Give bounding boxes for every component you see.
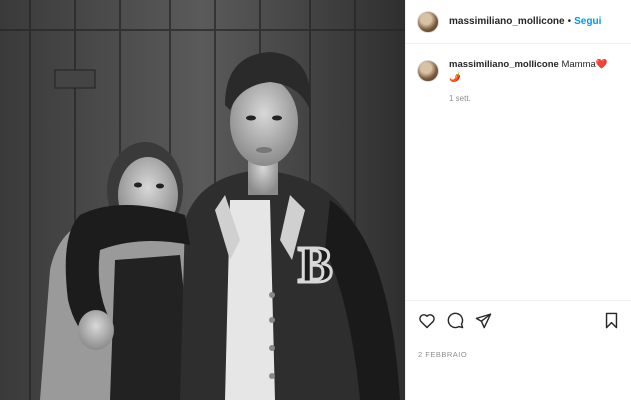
caption-comment: massimiliano_mollicone Mamma❤️ 🌶️ 1 sett…	[417, 58, 622, 103]
caption-body: massimiliano_mollicone Mamma❤️ 🌶️	[449, 58, 622, 84]
post-header: massimiliano_mollicone • Segui	[406, 0, 631, 44]
paper-plane-icon[interactable]	[472, 310, 494, 332]
caption-text: Mamma	[561, 59, 596, 70]
header-separator: •	[567, 16, 572, 27]
follow-button[interactable]: Segui	[574, 16, 601, 27]
photo-illustration: B	[0, 0, 405, 400]
action-bar	[406, 300, 631, 340]
caption-avatar[interactable]	[417, 60, 439, 82]
svg-text:B: B	[298, 237, 333, 294]
heart-emoji: ❤️	[595, 59, 608, 70]
heart-outline-icon[interactable]	[416, 310, 438, 332]
post-date[interactable]: 2 FEBBRAIO	[418, 350, 467, 359]
header-username[interactable]: massimiliano_mollicone	[449, 16, 565, 27]
post-side-panel: massimiliano_mollicone • Segui massimili…	[405, 0, 631, 400]
post-photo[interactable]: B	[0, 0, 405, 400]
avatar[interactable]	[417, 10, 439, 33]
pepper-emoji: 🌶️	[449, 72, 461, 83]
caption-time[interactable]: 1 sett.	[449, 94, 622, 103]
comment-bubble-icon[interactable]	[444, 310, 466, 332]
caption-username[interactable]: massimiliano_mollicone	[449, 59, 559, 70]
bookmark-icon[interactable]	[600, 310, 622, 332]
